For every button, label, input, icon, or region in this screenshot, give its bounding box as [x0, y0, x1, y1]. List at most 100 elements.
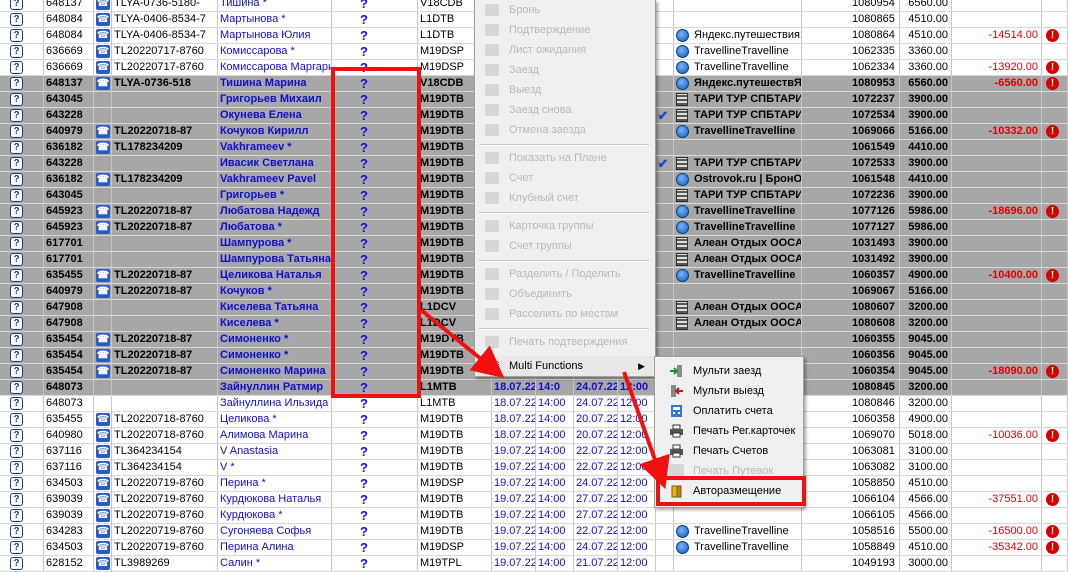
question-box-icon[interactable]: ?	[10, 397, 23, 410]
question-box-icon[interactable]: ?	[10, 29, 23, 42]
question-box-icon[interactable]: ?	[10, 333, 23, 346]
question-box-icon[interactable]: ?	[10, 541, 23, 554]
cell-name: Кочуков Кирилл	[218, 124, 332, 139]
cell-status-mark: ?	[332, 460, 418, 475]
cell-acc: 1061548	[850, 172, 900, 187]
table-row[interactable]: ? 637116 ☎ TL364234154 V Anastasia? M19DTB 19.…	[0, 444, 1068, 460]
submenu-item-print-reg-cards[interactable]: Печать Рег.карточек	[655, 421, 801, 441]
table-row[interactable]: ? 640980 ☎ TL20220718-8760 Алимова Марина? M1…	[0, 428, 1068, 444]
question-box-icon[interactable]: ?	[10, 461, 23, 474]
cell-code: TL20220718-87	[112, 332, 218, 347]
cell-code: TL178234209	[112, 172, 218, 187]
cell-warning	[1042, 0, 1068, 11]
cell-diff	[954, 44, 1042, 59]
question-mark-icon: ?	[360, 492, 368, 507]
cell-agent: Яндекс.путешествЯндекс.путешеств	[674, 76, 802, 91]
cell-name: Григорьев Михаил	[218, 92, 332, 107]
question-box-icon[interactable]: ?	[10, 237, 23, 250]
cell-id: 636182	[44, 140, 94, 155]
question-box-icon[interactable]: ?	[10, 445, 23, 458]
cell-phone	[94, 108, 112, 123]
cell-status: ?	[0, 236, 44, 251]
cell-phone: ☎	[94, 524, 112, 539]
warning-icon: !	[1046, 493, 1059, 506]
question-box-icon[interactable]: ?	[10, 365, 23, 378]
table-row[interactable]: ? 637116 ☎ TL364234154 V *? M19DTB 19.07.22 14:…	[0, 460, 1068, 476]
question-box-icon[interactable]: ?	[10, 317, 23, 330]
phone-icon: ☎	[96, 205, 110, 218]
question-box-icon[interactable]: ?	[10, 557, 23, 570]
question-box-icon[interactable]: ?	[10, 413, 23, 426]
cell-id: 645923	[44, 204, 94, 219]
question-box-icon[interactable]: ?	[10, 61, 23, 74]
question-box-icon[interactable]: ?	[10, 189, 23, 202]
cell-diff	[954, 476, 1042, 491]
cell-d2: 24.07.22	[576, 540, 618, 555]
cell-phone: ☎	[94, 124, 112, 139]
cell-phone: ☎	[94, 140, 112, 155]
menu-separator	[479, 212, 649, 214]
cell-t1: 14:00	[536, 412, 574, 427]
question-box-icon[interactable]: ?	[10, 109, 23, 122]
question-box-icon[interactable]: ?	[10, 221, 23, 234]
question-box-icon[interactable]: ?	[10, 525, 23, 538]
warning-icon: !	[1046, 61, 1059, 74]
question-mark-icon: ?	[360, 444, 368, 459]
cell-acc: 1031492	[850, 252, 900, 267]
checkin-arrow-icon	[670, 365, 682, 377]
question-box-icon[interactable]: ?	[10, 205, 23, 218]
cell-d1: 19.07.22	[494, 476, 536, 491]
cell-price: 9045.00	[900, 332, 952, 347]
building-icon	[676, 301, 688, 314]
cell-status: ?	[0, 348, 44, 363]
question-box-icon[interactable]: ?	[10, 509, 23, 522]
table-row[interactable]: ? 648073 Зайнуллина Ильзида? L1MTB 18.07.22 1…	[0, 396, 1068, 412]
cell-d1: 19.07.22	[494, 508, 536, 523]
question-box-icon[interactable]: ?	[10, 141, 23, 154]
question-box-icon[interactable]: ?	[10, 477, 23, 490]
cell-diff	[954, 300, 1042, 315]
submenu-item-multi-checkin[interactable]: Мульти заезд	[655, 361, 801, 381]
question-box-icon[interactable]: ?	[10, 301, 23, 314]
table-row[interactable]: ? 648073 Зайнуллин Ратмир? L1MTB 18.07.22 14:…	[0, 380, 1068, 396]
table-row[interactable]: ? 635455 ☎ TL20220718-8760 Целикова *? M19DTB…	[0, 412, 1068, 428]
cell-diff: -37551.00	[954, 492, 1042, 507]
question-box-icon[interactable]: ?	[10, 285, 23, 298]
menu-item-multi-functions[interactable]: Multi Functions ▶	[475, 356, 653, 376]
cell-price: 4510.00	[900, 28, 952, 43]
question-box-icon[interactable]: ?	[10, 0, 23, 10]
question-box-icon[interactable]: ?	[10, 45, 23, 58]
submenu-item-print-bills[interactable]: Печать Счетов	[655, 441, 801, 461]
question-box-icon[interactable]: ?	[10, 429, 23, 442]
cell-warning	[1042, 252, 1068, 267]
table-row[interactable]: ? 639039 ☎ TL20220719-8760 Курдюкова Наталья…	[0, 492, 1068, 508]
submenu-item-multi-checkout[interactable]: Мульти выезд	[655, 381, 801, 401]
cell-warning	[1042, 220, 1068, 235]
phone-icon: ☎	[96, 173, 110, 186]
cell-price: 3900.00	[900, 188, 952, 203]
table-row[interactable]: ? 634503 ☎ TL20220719-8760 Перина Алина? M19D…	[0, 540, 1068, 556]
cell-code: TL178234209	[112, 140, 218, 155]
question-box-icon[interactable]: ?	[10, 269, 23, 282]
cell-status-mark: ?	[332, 28, 418, 43]
cell-status-mark: ?	[332, 12, 418, 27]
question-box-icon[interactable]: ?	[10, 493, 23, 506]
question-box-icon[interactable]: ?	[10, 93, 23, 106]
cell-status-mark: ?	[332, 540, 418, 555]
question-mark-icon: ?	[360, 460, 368, 475]
question-box-icon[interactable]: ?	[10, 173, 23, 186]
question-box-icon[interactable]: ?	[10, 13, 23, 26]
question-box-icon[interactable]: ?	[10, 381, 23, 394]
question-box-icon[interactable]: ?	[10, 77, 23, 90]
question-box-icon[interactable]: ?	[10, 125, 23, 138]
question-box-icon[interactable]: ?	[10, 157, 23, 170]
table-row[interactable]: ? 634283 ☎ TL20220719-8760 Сугоняева Софья? M…	[0, 524, 1068, 540]
cell-diff: -10400.00	[954, 268, 1042, 283]
question-box-icon[interactable]: ?	[10, 349, 23, 362]
table-row[interactable]: ? 639039 ☎ TL20220719-8760 Курдюкова *? M19DT…	[0, 508, 1068, 524]
cell-price: 3360.00	[900, 44, 952, 59]
table-row[interactable]: ? 628152 ☎ TL3989269 Салин *? M19TPL 19.07.22 1…	[0, 556, 1068, 572]
table-row[interactable]: ? 634503 ☎ TL20220719-8760 Перина *? M19DSP 19…	[0, 476, 1068, 492]
submenu-item-pay-bills[interactable]: Оплатить счета	[655, 401, 801, 421]
question-box-icon[interactable]: ?	[10, 253, 23, 266]
